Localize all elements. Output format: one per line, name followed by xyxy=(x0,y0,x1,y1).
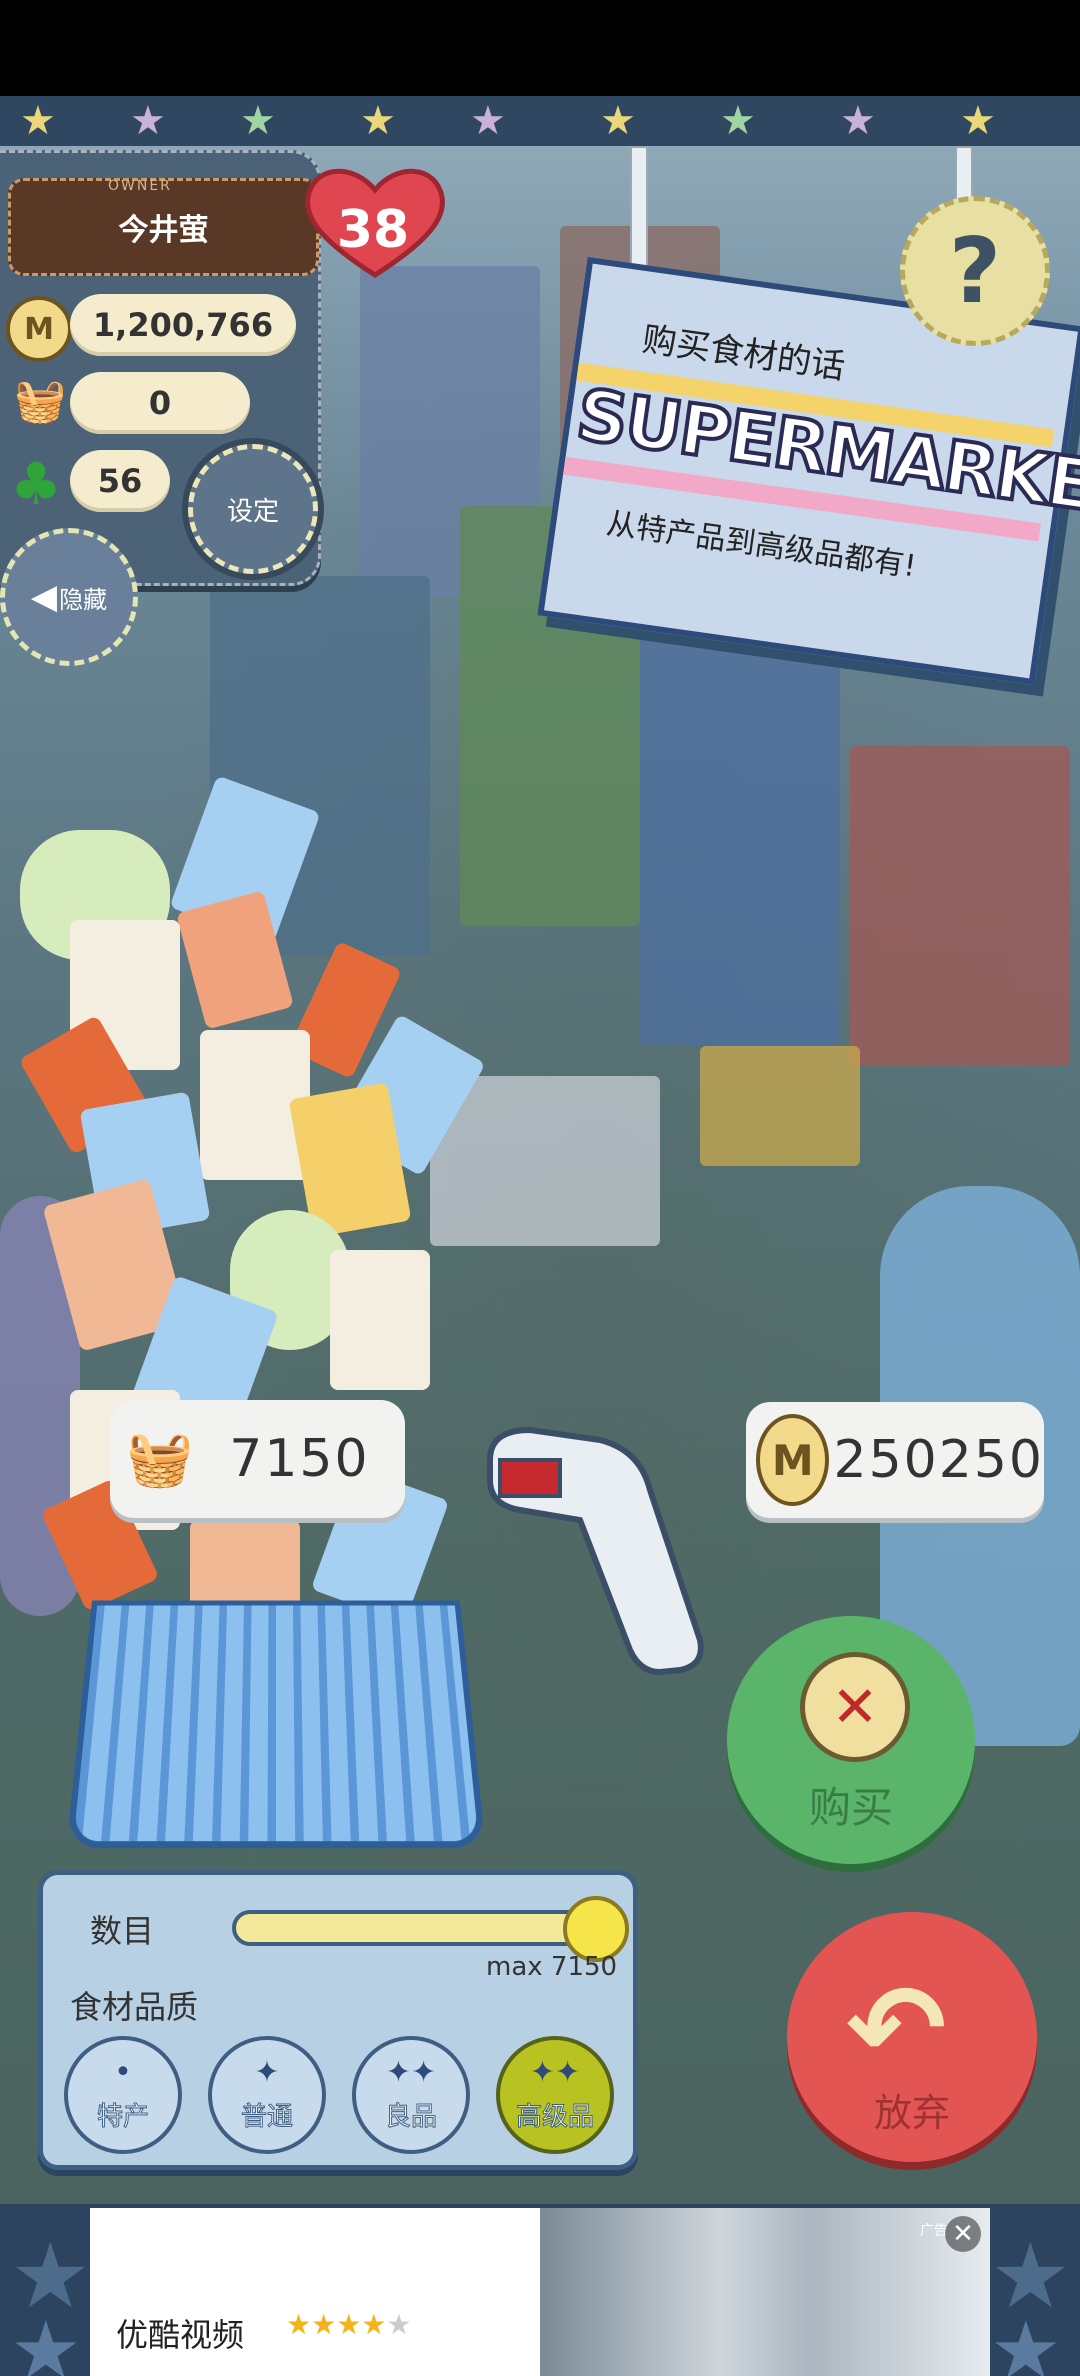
quit-label: 放弃 xyxy=(873,2091,950,2135)
basket-icon: 🧺 xyxy=(14,376,67,425)
diamond-icon: ✦ xyxy=(254,2054,280,2090)
dot-icon: • xyxy=(114,2054,132,2090)
undo-arrow-icon: ↶ xyxy=(846,1960,947,2099)
quantity-slider[interactable] xyxy=(232,1910,596,1946)
quality-option-label: 高级品 xyxy=(515,2101,594,2132)
hide-label: 隐藏 xyxy=(59,585,108,614)
quantity-bubble: 🧺 7150 xyxy=(110,1400,405,1518)
coin-icon: M xyxy=(756,1414,830,1506)
basket-icon: 🧺 xyxy=(126,1427,194,1490)
ad-banner[interactable]: 优酷视频 ★★★★★ xyxy=(90,2208,990,2376)
owner-tag: OWNER xyxy=(108,178,172,194)
buy-label: 购买 xyxy=(808,1783,893,1832)
arrow-left-icon: ◀ xyxy=(30,577,58,617)
coin-icon: M xyxy=(6,296,72,362)
ad-close-button[interactable]: ✕ xyxy=(945,2216,981,2252)
level-count: 38 xyxy=(336,200,410,260)
quality-option-specialty[interactable]: • 特产 xyxy=(64,2036,182,2154)
quality-option-normal[interactable]: ✦ 普通 xyxy=(208,2036,326,2154)
quality-option-label: 特产 xyxy=(96,2101,149,2132)
quantity-bubble-value: 7150 xyxy=(229,1429,370,1489)
triple-diamond-icon: ✦✦ xyxy=(529,2054,581,2090)
shopping-basket xyxy=(66,1600,486,1848)
price-bubble: M 250250 xyxy=(746,1402,1044,1518)
help-button[interactable]: ? xyxy=(900,196,1050,346)
quality-option-label: 良品 xyxy=(384,2101,437,2132)
ingredients-value: 0 xyxy=(70,372,250,434)
rating-stars-icon: ★★★★★ xyxy=(286,2308,412,2341)
price-bubble-value: 250250 xyxy=(833,1430,1044,1490)
ad-title: 优酷视频 xyxy=(116,2316,245,2354)
hide-button[interactable]: ◀ 隐藏 xyxy=(0,528,138,666)
clover-icon: ♣ xyxy=(10,450,62,518)
top-star-border: ★ ★ ★ ★ ★ ★ ★ ★ ★ xyxy=(0,96,1080,146)
double-diamond-icon: ✦✦ xyxy=(385,2054,437,2090)
quality-option-good[interactable]: ✦✦ 良品 xyxy=(352,2036,470,2154)
quality-label: 食材品质 xyxy=(70,1988,199,2026)
money-value: 1,200,766 xyxy=(70,294,296,356)
clover-value: 56 xyxy=(70,450,170,512)
barcode-scanner-icon xyxy=(487,1426,704,1676)
ad-tag: 广告 xyxy=(920,2223,948,2239)
close-x-icon: ✕ xyxy=(800,1652,910,1762)
max-quantity-label: max 7150 xyxy=(486,1952,618,1982)
status-bar xyxy=(0,0,1080,96)
quantity-label: 数目 xyxy=(90,1912,155,1950)
quality-option-label: 普通 xyxy=(240,2101,293,2132)
quality-option-premium[interactable]: ✦✦ 高级品 xyxy=(496,2036,614,2154)
settings-button[interactable]: 设定 xyxy=(188,444,318,574)
